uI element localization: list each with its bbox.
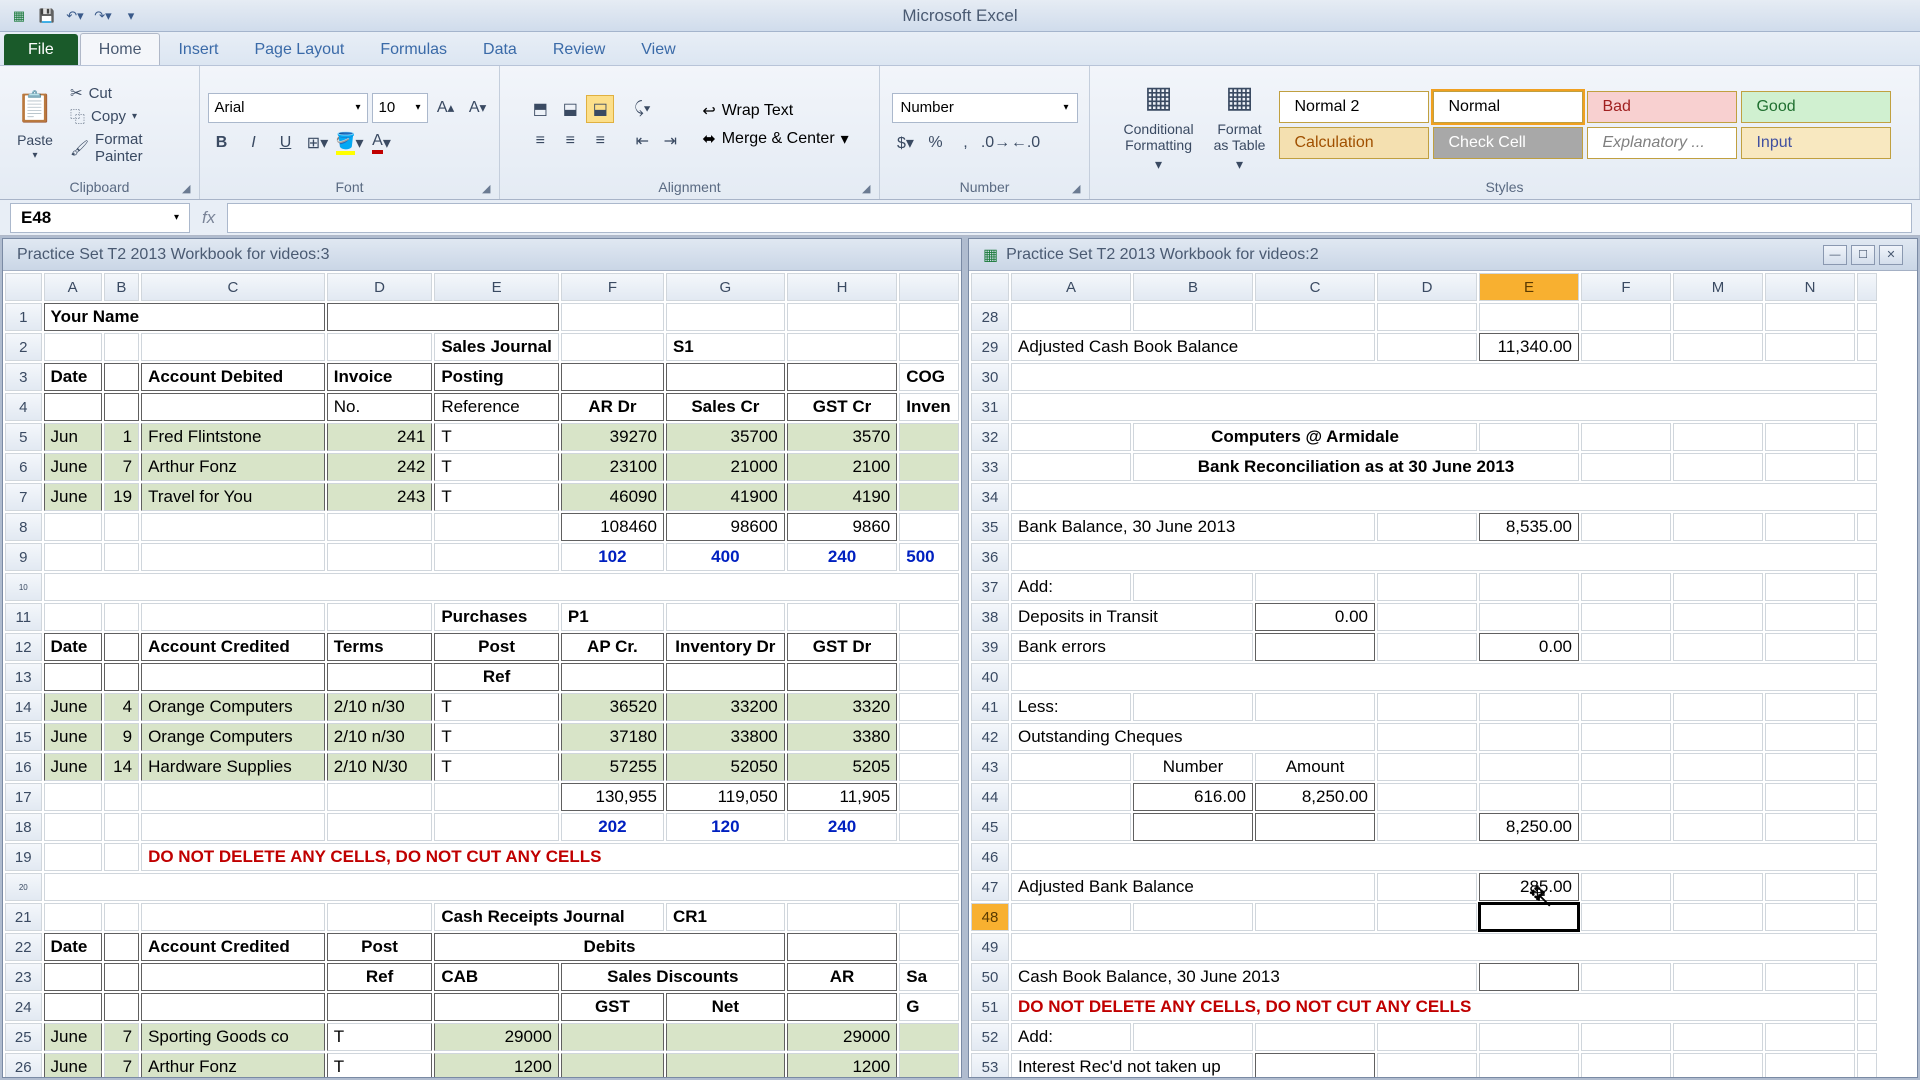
tab-file[interactable]: File [4,34,78,65]
tab-view[interactable]: View [623,34,693,65]
close-button[interactable]: ✕ [1879,245,1903,265]
minimize-button[interactable]: — [1823,245,1847,265]
decrease-indent-button[interactable]: ⇤ [628,127,656,155]
tab-formulas[interactable]: Formulas [362,34,465,65]
increase-indent-button[interactable]: ⇥ [656,127,684,155]
group-label-font: Font [335,179,363,197]
orientation-button[interactable]: ⤹▾ [628,95,656,123]
title-bar: ▦ 💾 ↶▾ ↷▾ ▾ Microsoft Excel [0,0,1920,32]
paste-button[interactable]: 📋 Paste▾ [8,84,62,166]
formula-input[interactable] [227,203,1912,233]
align-middle-button[interactable]: ⬓ [556,95,584,123]
name-box[interactable]: E48▾ [10,203,190,233]
style-good[interactable]: Good [1741,91,1891,123]
cell-styles-gallery[interactable]: Normal 2 Normal Bad Good Calculation Che… [1279,91,1891,159]
copy-button[interactable]: ⿻Copy▾ [66,105,191,128]
scissors-icon: ✂ [70,84,83,102]
clipboard-icon: 📋 [14,88,56,130]
merge-center-button[interactable]: ⬌Merge & Center▾ [698,128,852,150]
excel-icon[interactable]: ▦ [8,5,30,27]
workbook-window-left: Practice Set T2 2013 Workbook for videos… [2,238,962,1078]
fill-color-button[interactable]: 🪣▾ [336,129,364,157]
underline-button[interactable]: U [272,129,300,157]
cut-button[interactable]: ✂Cut [66,83,191,103]
select-all-corner-right[interactable] [971,273,1009,301]
tab-review[interactable]: Review [535,34,623,65]
percent-format-button[interactable]: % [922,129,950,157]
align-bottom-button[interactable]: ⬓ [586,95,614,123]
brush-icon: 🖌 [70,139,89,157]
font-size-select[interactable]: 10▾ [372,93,428,123]
style-normal[interactable]: Normal [1433,91,1583,123]
tab-home[interactable]: Home [80,33,161,65]
number-format-select[interactable]: Number▾ [892,93,1078,123]
tab-insert[interactable]: Insert [160,34,236,65]
cond-format-icon: ▦ [1138,77,1180,119]
workbook-window-right: ▦ Practice Set T2 2013 Workbook for video… [968,238,1918,1078]
accounting-format-button[interactable]: $▾ [892,129,920,157]
ribbon: 📋 Paste▾ ✂Cut ⿻Copy▾ 🖌Format Painter Cli… [0,66,1920,200]
comma-format-button[interactable]: , [952,129,980,157]
style-check-cell[interactable]: Check Cell [1433,127,1583,159]
formula-bar-row: E48▾ fx [0,200,1920,236]
workarea: Practice Set T2 2013 Workbook for videos… [0,236,1920,1080]
font-dialog-launcher[interactable]: ◢ [482,182,496,196]
group-label-styles: Styles [1485,179,1523,197]
conditional-formatting-button[interactable]: ▦Conditional Formatting▾ [1118,73,1200,175]
align-top-button[interactable]: ⬒ [526,95,554,123]
right-grid[interactable]: ABCDEFMN 28 29Adjusted Cash Book Balance… [969,271,1879,1077]
quick-access-toolbar: ▦ 💾 ↶▾ ↷▾ ▾ [8,5,142,27]
font-color-button[interactable]: A▾ [368,129,396,157]
border-button[interactable]: ⊞▾ [304,129,332,157]
align-left-button[interactable]: ≡ [526,127,554,155]
style-explanatory[interactable]: Explanatory ... [1587,127,1737,159]
increase-decimal-button[interactable]: .0→ [982,129,1010,157]
bucket-icon: 🪣 [336,131,356,155]
align-center-button[interactable]: ≡ [556,127,584,155]
number-dialog-launcher[interactable]: ◢ [1072,182,1086,196]
tab-data[interactable]: Data [465,34,535,65]
maximize-button[interactable]: ☐ [1851,245,1875,265]
left-grid[interactable]: ABCDEFGH 1Your Name 2Sales JournalS1 3Da… [3,271,961,1077]
app-title: Microsoft Excel [902,6,1017,26]
group-label-clipboard: Clipboard [70,179,130,197]
format-painter-button[interactable]: 🖌Format Painter [66,130,191,166]
right-doc-title: Practice Set T2 2013 Workbook for videos… [1006,246,1318,264]
shrink-font-button[interactable]: A▾ [464,94,492,122]
fx-icon[interactable]: fx [190,208,227,228]
active-cell-E48[interactable] [1479,903,1579,931]
alignment-dialog-launcher[interactable]: ◢ [862,182,876,196]
save-icon[interactable]: 💾 [36,5,58,27]
bold-button[interactable]: B [208,129,236,157]
style-calculation[interactable]: Calculation [1279,127,1429,159]
grow-font-button[interactable]: A▴ [432,94,460,122]
clipboard-dialog-launcher[interactable]: ◢ [182,182,196,196]
left-doc-title: Practice Set T2 2013 Workbook for videos… [17,246,329,264]
decrease-decimal-button[interactable]: ←.0 [1012,129,1040,157]
group-label-alignment: Alignment [658,179,720,197]
tab-page-layout[interactable]: Page Layout [236,34,362,65]
undo-icon[interactable]: ↶▾ [64,5,86,27]
style-bad[interactable]: Bad [1587,91,1737,123]
style-input[interactable]: Input [1741,127,1891,159]
redo-icon[interactable]: ↷▾ [92,5,114,27]
font-name-select[interactable]: Arial▾ [208,93,368,123]
style-normal2[interactable]: Normal 2 [1279,91,1429,123]
group-label-number: Number [960,179,1010,197]
italic-button[interactable]: I [240,129,268,157]
wrap-text-button[interactable]: ↩Wrap Text [698,100,852,122]
select-all-corner[interactable] [5,273,42,301]
merge-icon: ⬌ [702,129,715,149]
excel-doc-icon: ▦ [983,245,998,265]
wrap-icon: ↩ [702,101,715,121]
format-as-table-button[interactable]: ▦Format as Table▾ [1208,73,1272,175]
align-right-button[interactable]: ≡ [586,127,614,155]
copy-icon: ⿻ [70,106,85,127]
ribbon-tabs: File Home Insert Page Layout Formulas Da… [0,32,1920,66]
table-icon: ▦ [1219,77,1261,119]
qat-customize-icon[interactable]: ▾ [120,5,142,27]
